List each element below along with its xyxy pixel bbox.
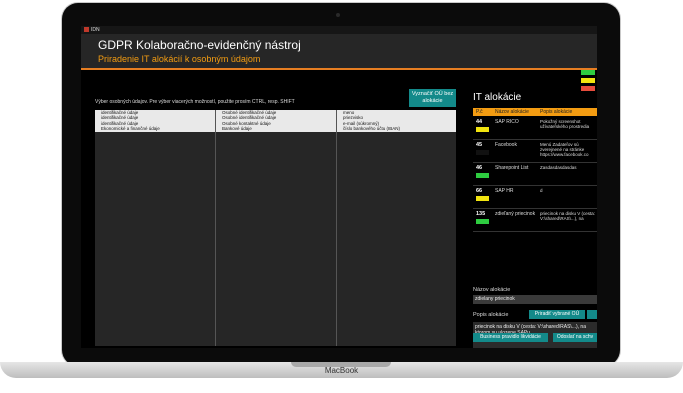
header-name: Názov alokácie [495,109,529,115]
app-icon [84,27,89,32]
camera-icon [336,13,340,17]
selection-hint: Výber osobných údajov. Pre výber viacerý… [95,99,295,105]
allocation-num: 46 [476,165,483,171]
allocation-name: Sharepoint List [495,165,529,171]
status-indicator [476,127,489,132]
allocation-name: zdieľaný priecinok [495,211,536,217]
app-screen: IDN GDPR Kolaboračno-evidenčný nástroj P… [81,26,597,348]
allocation-num: 66 [476,188,483,194]
mark-button-line1: Vyznačiť OÚ bez [411,91,454,97]
window-titlebar: IDN [81,26,597,34]
status-indicator [476,219,489,224]
assign-selected-button[interactable]: Priradiť vybrané OÚ [529,310,585,319]
allocation-name: Facebook [495,142,517,148]
allocation-num: 135 [476,211,486,217]
mark-button-line2: alokácie [422,98,443,104]
allocation-row[interactable]: 46 Sharepoint List Zasdasdasdasdas [473,163,597,186]
data-item-column[interactable]: meno priezvisko e-mail (súkromný) číslo … [337,110,456,346]
device-label: MacBook [324,366,359,375]
list-item[interactable]: číslo bankového účtu (IBAN) [337,126,456,131]
list-item[interactable]: Bankové údaje [216,126,336,131]
page-subtitle: Priradenie IT alokácií k osobným údajom [98,54,261,64]
allocation-row-selected[interactable]: 135 zdieľaný priecinok priecinok na disk… [473,209,597,232]
deletion-rule-button[interactable]: Business pravidlo likvidácie [473,333,548,342]
allocation-desc: Zasdasdasdasdas [540,165,577,170]
subcategory-column[interactable]: Osobné identifikačné údaje Osobné identi… [216,110,337,346]
allocation-name: SAP RICO [495,119,519,125]
category-column[interactable]: identifikačné údaje identifikačné údaje … [95,110,216,346]
mark-without-allocation-button[interactable]: Vyznačiť OÚ bez alokácie [409,89,456,107]
allocation-desc-label: Popis alokácie [473,312,509,318]
allocation-row[interactable]: 45 Facebook Menú Zadateľov sú zverejnené… [473,140,597,163]
allocation-name-label: Názov alokácie [473,287,511,293]
allocation-name-input[interactable]: zdielany priecinok [473,295,597,304]
status-indicator [476,173,489,178]
allocation-row[interactable]: 66 SAP HR d [473,186,597,209]
allocation-desc: d [540,188,543,193]
extra-action-button[interactable] [587,310,597,319]
header-num: P.č [476,109,483,115]
page-title: GDPR Kolaboračno-evidenčný nástroj [98,38,301,52]
status-indicator [476,196,489,201]
legend-green-chip [581,70,595,75]
app-name: IDN [91,27,100,33]
list-item[interactable]: Ekonomické a finančné údaje [95,126,215,131]
allocation-desc: Pokožný screenshot užívateľského prostre… [540,119,590,129]
allocation-row[interactable]: 44 SAP RICO Pokožný screenshot užívateľs… [473,117,597,140]
it-allocations-header: P.č Názov alokácie Popis alokácie [473,108,597,116]
it-allocations-title: IT alokácie [473,92,522,103]
allocation-desc: Menú Zadateľov sú zverejnené na stránke … [540,142,589,157]
allocation-name: SAP HR [495,188,514,194]
legend-yellow-chip [581,78,595,83]
allocation-desc: priecinok na disku V (cesta: V:\shared\R… [540,211,596,221]
allocation-num: 44 [476,119,483,125]
it-allocations-panel: IT alokácie P.č Názov alokácie Popis alo… [473,90,597,348]
allocation-num: 45 [476,142,483,148]
status-indicator [476,150,489,155]
send-for-approval-button[interactable]: Odoslať na schv [553,333,597,342]
app-header: GDPR Kolaboračno-evidenčný nástroj Prira… [81,34,597,70]
header-desc: Popis alokácie [540,109,573,115]
personal-data-listbox[interactable]: identifikačné údaje identifikačné údaje … [95,110,456,346]
